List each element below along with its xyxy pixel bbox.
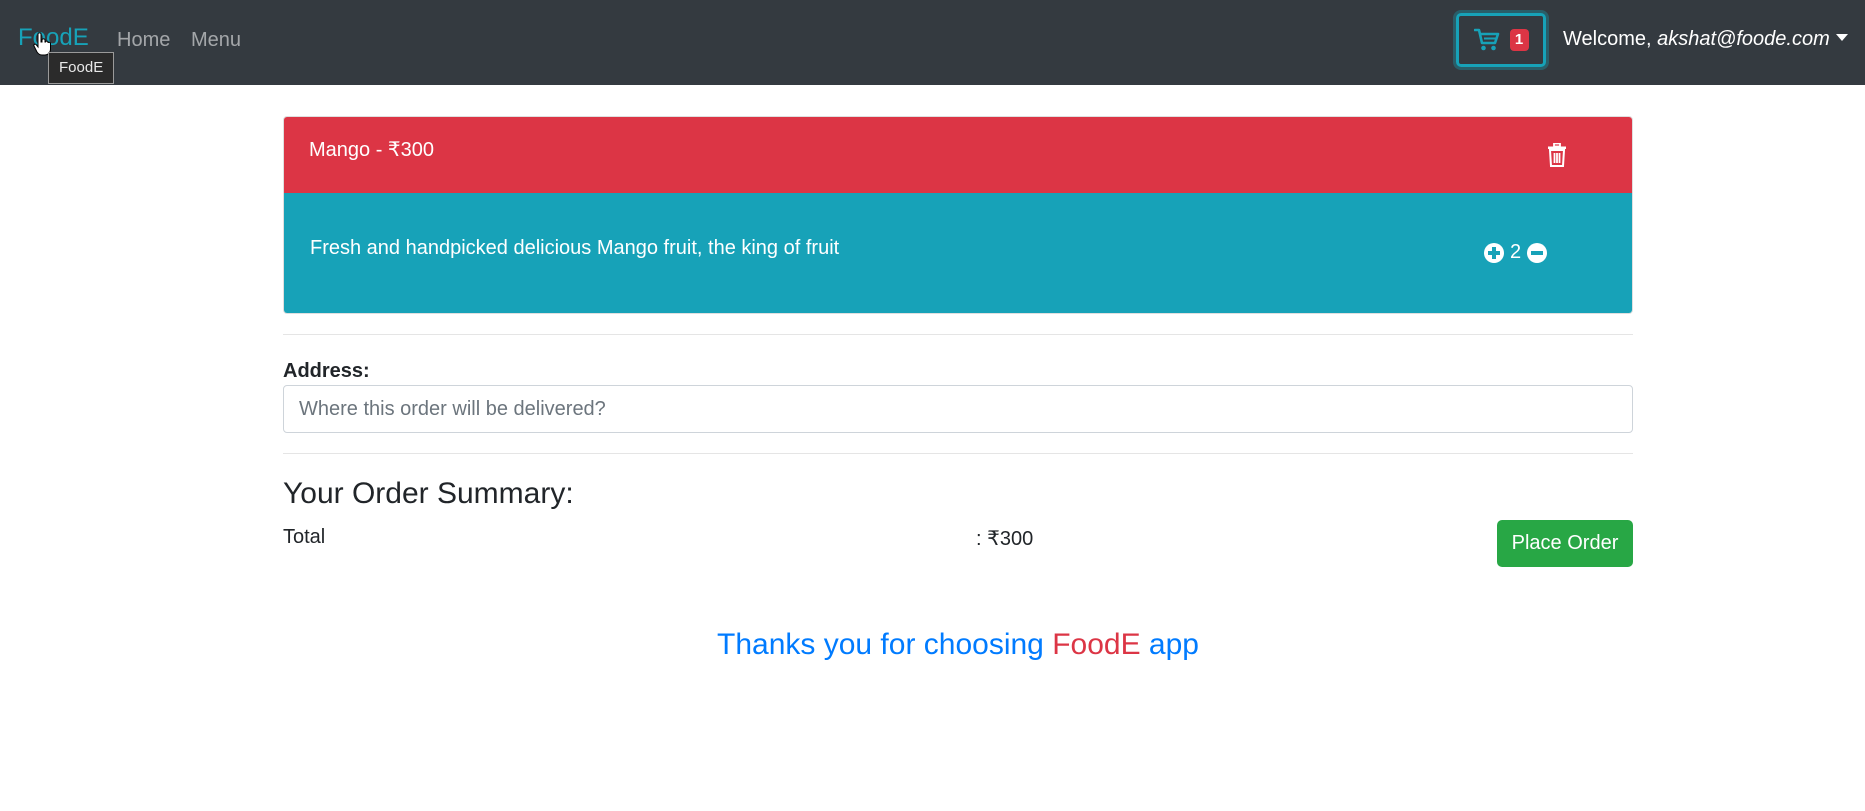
user-dropdown[interactable]: Welcome, akshat@foode.com xyxy=(1563,28,1848,51)
caret-down-icon xyxy=(1835,34,1848,41)
brand-tooltip: FoodE xyxy=(48,52,115,84)
address-label: Address: xyxy=(283,360,370,382)
thanks-brand: FoodE xyxy=(1052,628,1141,661)
total-label: Total xyxy=(283,526,326,548)
cart-item-description: Fresh and handpicked delicious Mango fru… xyxy=(310,237,840,259)
cart-button[interactable]: 1 xyxy=(1456,13,1546,67)
navbar: FoodE FoodE Home Menu 1 Welcome, akshat@… xyxy=(0,0,1865,85)
total-value: : ₹300 xyxy=(976,528,1034,550)
divider xyxy=(283,334,1633,335)
brand-link[interactable]: FoodE xyxy=(18,24,89,52)
place-order-button[interactable]: Place Order xyxy=(1497,520,1633,567)
shopping-cart-icon xyxy=(1473,28,1499,51)
cart-item-header: Mango - ₹300 xyxy=(284,117,1632,193)
nav-link-home[interactable]: Home xyxy=(117,29,170,52)
welcome-text: Welcome, xyxy=(1563,28,1658,50)
cart-count-badge: 1 xyxy=(1509,29,1529,51)
order-summary-title: Your Order Summary: xyxy=(283,477,574,510)
user-email: akshat@foode.com xyxy=(1657,28,1830,50)
cart-item-body: Fresh and handpicked delicious Mango fru… xyxy=(284,193,1632,313)
trash-icon[interactable] xyxy=(1547,143,1567,167)
address-input[interactable] xyxy=(283,385,1633,433)
thanks-prefix: Thanks you for choosing xyxy=(717,628,1053,661)
plus-circle-icon[interactable] xyxy=(1484,242,1504,263)
quantity-stepper: 2 xyxy=(1484,241,1548,264)
minus-circle-icon[interactable] xyxy=(1527,242,1548,263)
thanks-suffix: app xyxy=(1140,628,1199,661)
quantity-value: 2 xyxy=(1510,241,1522,263)
nav-link-menu[interactable]: Menu xyxy=(191,29,241,52)
cart-item-card: Mango - ₹300 Fresh and handpicked delici… xyxy=(283,116,1633,314)
divider xyxy=(283,453,1633,454)
cart-item-title: Mango - ₹300 xyxy=(309,139,435,161)
thanks-message: Thanks you for choosing FoodE app xyxy=(0,628,1865,662)
